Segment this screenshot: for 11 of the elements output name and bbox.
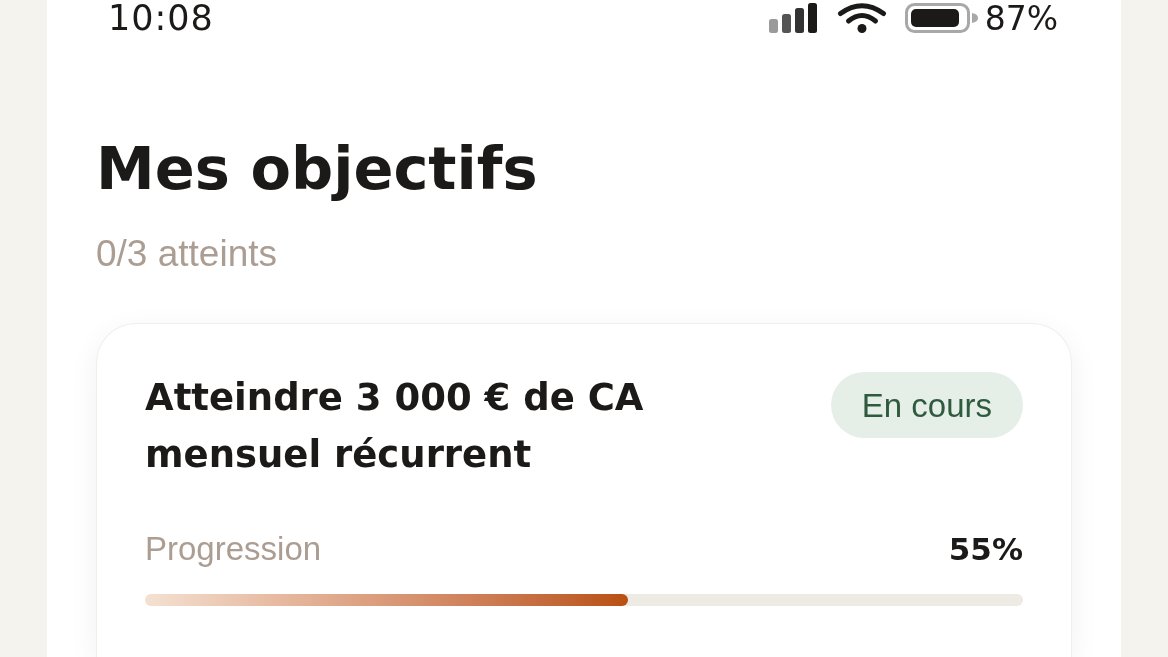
progress-label: Progression: [145, 529, 322, 569]
battery-icon: [904, 3, 979, 33]
battery-percent: 87%: [984, 1, 1058, 35]
page-title: Mes objectifs: [96, 134, 538, 204]
signal-icon: [768, 3, 819, 33]
status-time: 10:08: [108, 0, 214, 36]
status-badge: En cours: [830, 372, 1023, 438]
page-subtitle: 0/3 atteints: [96, 232, 277, 276]
goal-title: Atteindre 3 000 € de CA mensuel récurrent: [145, 375, 645, 478]
progress-value: 55%: [948, 530, 1023, 569]
wifi-icon: [836, 3, 887, 33]
